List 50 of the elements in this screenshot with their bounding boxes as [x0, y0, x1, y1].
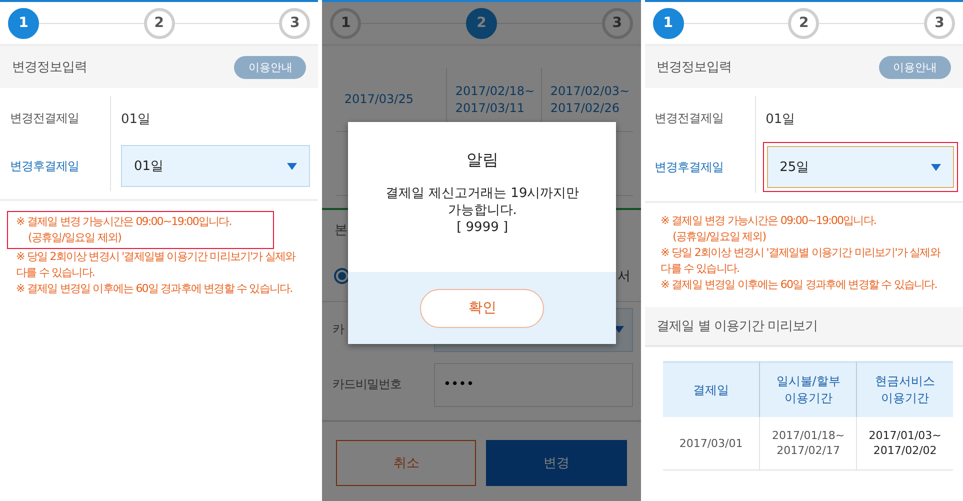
- notice-text: ※ 결제일 변경일 이후에는 60일 경과후에 변경할 수 있습니다.: [660, 277, 938, 293]
- notice-text: (공휴일/일요일 제외): [672, 229, 767, 245]
- notice-text: (공휴일/일요일 제외): [27, 230, 122, 246]
- dropdown-arrow-icon: [930, 164, 941, 170]
- table-cell: 2017/01/03~ 2017/02/02: [856, 417, 953, 471]
- section-title: 변경정보입력: [656, 59, 732, 76]
- confirm-button[interactable]: 확인: [420, 288, 544, 328]
- field-label: 변경전결제일: [9, 110, 80, 127]
- dropdown-arrow-icon: [287, 162, 298, 170]
- radio-label: 서: [618, 268, 631, 284]
- step-circle: 1: [330, 8, 362, 38]
- step-circle: 1: [8, 8, 39, 38]
- section-title: 결제일 별 이용기간 미리보기: [656, 318, 818, 335]
- field-label: 카: [331, 321, 346, 338]
- step-circle: 3: [924, 8, 955, 38]
- field-label: 카드비밀번호: [331, 376, 402, 393]
- notice-text: ※ 결제일 변경 가능시간은 09:00~19:00입니다.: [15, 214, 232, 230]
- field-value: 01일: [121, 110, 151, 128]
- step-circle: 2: [466, 8, 497, 38]
- dropdown-arrow-icon: [614, 326, 624, 333]
- step-circle: 2: [788, 8, 820, 38]
- column-header: 결제일: [662, 361, 760, 417]
- dialog-title: 알림: [465, 150, 500, 171]
- field-label: 변경후결제일: [9, 158, 80, 174]
- notice-text: ※ 당일 2회이상 변경시 '결제일별 이용기간 미리보기'가 실제와 다를 수 있습니다.: [15, 249, 297, 281]
- guide-button[interactable]: 이용안내: [878, 56, 951, 78]
- step-circle: 1: [652, 8, 684, 38]
- section-title: 본: [334, 222, 348, 239]
- field-label: 변경후결제일: [654, 158, 725, 176]
- field-label: 변경전결제일: [654, 110, 725, 127]
- notice-text: ※ 결제일 변경일 이후에는 60일 경과후에 변경할 수 있습니다.: [15, 281, 294, 297]
- change-button[interactable]: 변경: [486, 440, 627, 486]
- step-circle: 3: [602, 8, 633, 38]
- cancel-button[interactable]: 취소: [336, 440, 476, 486]
- notice-text: ※ 당일 2회이상 변경시 '결제일별 이용기간 미리보기'가 실제와 다를 수 있습니다.: [660, 245, 942, 277]
- payment-day-select[interactable]: 01일: [121, 145, 310, 187]
- section-title: 변경정보입력: [12, 59, 87, 76]
- notice-text: ※ 결제일 변경 가능시간은 09:00~19:00입니다.: [660, 213, 877, 229]
- payment-day-select[interactable]: 25일: [766, 146, 954, 188]
- field-value: 01일: [766, 110, 796, 128]
- guide-button[interactable]: 이용안내: [234, 56, 306, 78]
- column-header: 현금서비스 이용기간: [856, 361, 953, 417]
- table-cell: 2017/03/01: [662, 417, 760, 471]
- password-field[interactable]: ••••: [434, 362, 633, 406]
- column-header: 일시불/할부 이용기간: [759, 361, 856, 417]
- table-cell: 2017/01/18~ 2017/02/17: [759, 417, 856, 471]
- dialog-message: 결제일 제신고거래는 19시까지만 가능합니다. [ 9999 ]: [384, 185, 580, 236]
- step-circle: 2: [144, 8, 175, 38]
- step-circle: 3: [279, 8, 310, 38]
- table-cell-text: 2017/03/25: [343, 91, 414, 108]
